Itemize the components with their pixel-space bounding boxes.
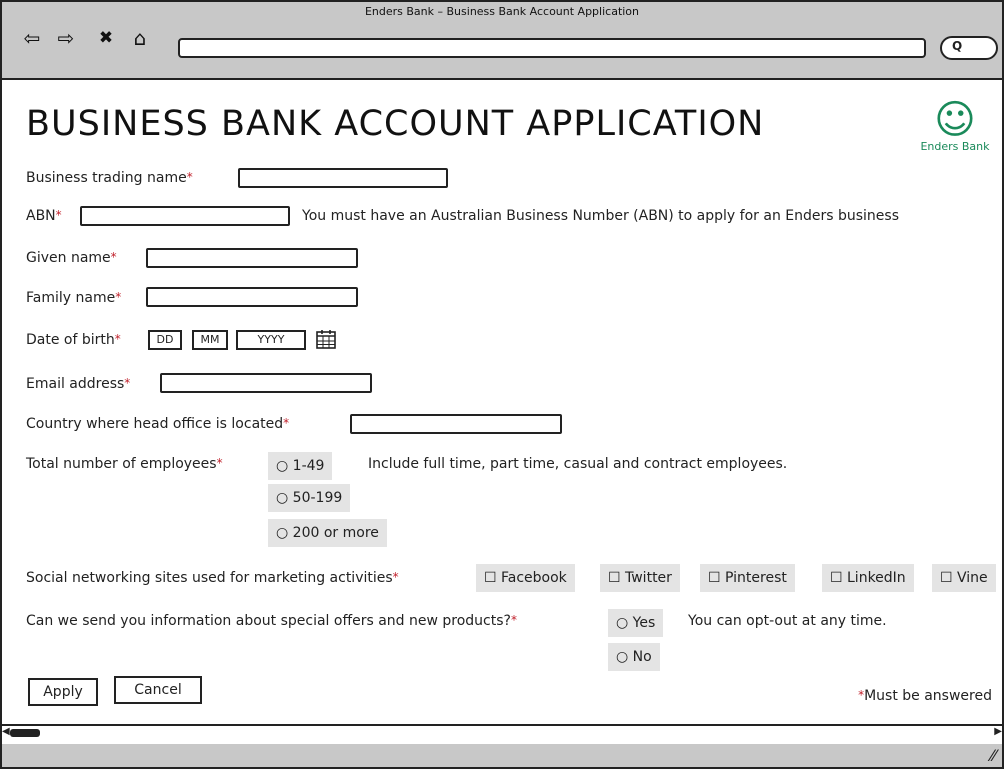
social-linkedin-checkbox[interactable]: ☐ LinkedIn bbox=[822, 564, 914, 592]
dob-label: Date of birth* bbox=[26, 332, 121, 348]
email-label: Email address* bbox=[26, 376, 131, 392]
social-label: Social networking sites used for marketi… bbox=[26, 570, 399, 586]
back-icon[interactable]: ⇦ bbox=[20, 26, 44, 50]
calendar-icon[interactable] bbox=[316, 329, 336, 349]
country-label: Country where head office is located* bbox=[26, 416, 290, 432]
abn-input[interactable] bbox=[80, 206, 290, 226]
forward-icon[interactable]: ⇨ bbox=[54, 26, 78, 50]
offers-label: Can we send you information about specia… bbox=[26, 613, 517, 629]
social-pinterest-checkbox[interactable]: ☐ Pinterest bbox=[700, 564, 795, 592]
cancel-button[interactable]: Cancel bbox=[114, 676, 202, 704]
given-name-label: Given name* bbox=[26, 250, 117, 266]
scrollbar-thumb[interactable] bbox=[10, 729, 40, 737]
stop-icon[interactable]: ✖ bbox=[94, 26, 118, 50]
horizontal-scrollbar[interactable]: ◀ ▶ bbox=[2, 724, 1002, 746]
required-legend: *Must be answered bbox=[858, 688, 992, 704]
social-twitter-checkbox[interactable]: ☐ Twitter bbox=[600, 564, 680, 592]
trading-name-input[interactable] bbox=[238, 168, 448, 188]
family-name-label: Family name* bbox=[26, 290, 122, 306]
offers-yes-radio[interactable]: ○ Yes bbox=[608, 609, 664, 637]
social-vine-checkbox[interactable]: ☐ Vine bbox=[932, 564, 996, 592]
page-title: BUSINESS BANK ACCOUNT APPLICATION bbox=[26, 104, 765, 144]
title-bar: Enders Bank – Business Bank Account Appl… bbox=[2, 2, 1002, 80]
browser-window: Enders Bank – Business Bank Account Appl… bbox=[0, 0, 1004, 769]
page-content: BUSINESS BANK ACCOUNT APPLICATION ☺ Ende… bbox=[2, 80, 1002, 720]
trading-name-label: Business trading name* bbox=[26, 170, 193, 186]
dob-year-input[interactable]: YYYY bbox=[236, 330, 306, 350]
given-name-input[interactable] bbox=[146, 248, 358, 268]
enders-bank-logo: ☺ Enders Bank bbox=[920, 100, 990, 153]
search-icon: Q bbox=[952, 39, 963, 53]
offers-no-radio[interactable]: ○ No bbox=[608, 643, 660, 671]
status-bar: ⁄⁄ bbox=[2, 744, 1002, 767]
search-button[interactable]: Q bbox=[940, 36, 998, 60]
window-title: Enders Bank – Business Bank Account Appl… bbox=[364, 5, 640, 18]
employees-label: Total number of employees* bbox=[26, 456, 223, 472]
employees-option-1-49[interactable]: ○ 1-49 bbox=[268, 452, 333, 480]
abn-hint: You must have an Australian Business Num… bbox=[302, 208, 900, 224]
employees-option-200-plus[interactable]: ○ 200 or more bbox=[268, 519, 387, 547]
dob-month-input[interactable]: MM bbox=[192, 330, 228, 350]
employees-hint: Include full time, part time, casual and… bbox=[368, 456, 788, 472]
apply-button[interactable]: Apply bbox=[28, 678, 98, 706]
dob-day-input[interactable]: DD bbox=[148, 330, 182, 350]
family-name-input[interactable] bbox=[146, 287, 358, 307]
social-facebook-checkbox[interactable]: ☐ Facebook bbox=[476, 564, 575, 592]
scroll-left-icon[interactable]: ◀ bbox=[2, 726, 10, 737]
email-input[interactable] bbox=[160, 373, 372, 393]
home-icon[interactable]: ⌂ bbox=[128, 26, 152, 50]
resize-grip-icon[interactable]: ⁄⁄ bbox=[991, 746, 996, 765]
scroll-right-icon[interactable]: ▶ bbox=[994, 726, 1002, 737]
abn-label: ABN* bbox=[26, 208, 62, 224]
smiley-icon: ☺ bbox=[934, 97, 976, 143]
logo-text: Enders Bank bbox=[920, 140, 990, 153]
country-input[interactable] bbox=[350, 414, 562, 434]
offers-hint: You can opt-out at any time. bbox=[688, 613, 887, 629]
employees-option-50-199[interactable]: ○ 50-199 bbox=[268, 484, 351, 512]
address-bar[interactable] bbox=[178, 38, 926, 58]
